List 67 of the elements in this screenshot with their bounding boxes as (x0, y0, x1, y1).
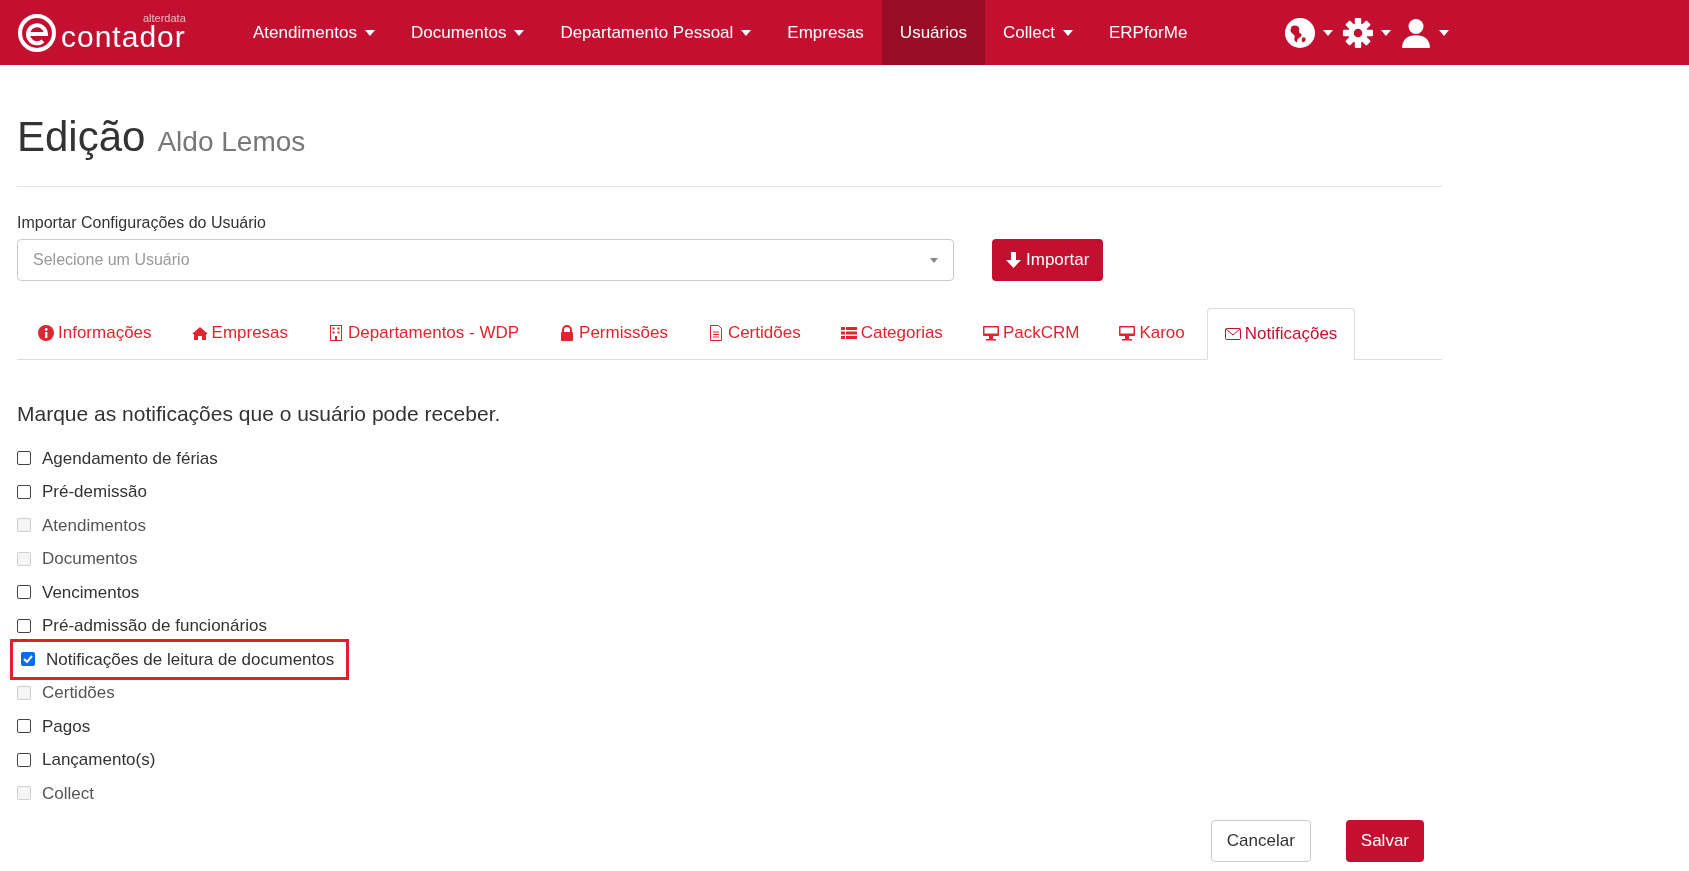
checkbox-label: Agendamento de férias (42, 447, 218, 470)
nav-item[interactable]: ERPforMe (1090, 0, 1206, 65)
monitor-icon (1119, 325, 1136, 341)
building-icon (328, 325, 345, 341)
checkbox-label: Collect (42, 782, 94, 805)
nav-item[interactable]: Collect (984, 0, 1091, 65)
caret-icon (930, 257, 938, 263)
settings-menu[interactable] (1343, 17, 1392, 48)
caret-icon (1323, 29, 1334, 36)
checkbox[interactable] (17, 585, 31, 600)
globe-icon (1285, 17, 1316, 48)
caret-icon (1439, 29, 1450, 36)
checkbox[interactable] (17, 451, 31, 466)
checkbox-label: Vencimentos (42, 581, 140, 604)
globe-menu[interactable] (1285, 17, 1334, 48)
tab[interactable]: Permissões (541, 307, 686, 359)
save-button[interactable]: Salvar (1345, 820, 1424, 862)
checkbox-label: Documentos (42, 548, 138, 570)
info-icon (38, 325, 54, 341)
checkbox-label: Atendimentos (42, 514, 146, 537)
tab[interactable]: Categorias (822, 307, 961, 359)
tab[interactable]: PackCRM (964, 307, 1098, 359)
logo-text: contador (61, 22, 186, 52)
home-icon (191, 325, 208, 341)
checkbox-label: Notificações de leitura de documentos (46, 648, 335, 671)
monitor-icon (982, 325, 999, 341)
tab[interactable]: Certidões (689, 307, 819, 359)
nav-item[interactable]: Atendimentos (235, 0, 393, 65)
list-icon (840, 325, 857, 341)
nav-item[interactable]: Empresas (769, 0, 882, 65)
tab[interactable]: Departamentos - WDP (310, 307, 538, 359)
document-icon (707, 325, 724, 341)
tab[interactable]: Notificações (1206, 308, 1356, 360)
import-button[interactable]: Importar (992, 239, 1104, 281)
checkbox-label: Pré-admissão de funcionários (42, 615, 267, 637)
checkbox-label: Lançamento(s) (42, 749, 156, 771)
checkbox[interactable] (21, 652, 35, 667)
caret-icon (1381, 29, 1392, 36)
envelope-icon (1224, 326, 1241, 342)
field-label: Importar Configurações do Usuário (17, 213, 267, 233)
page-subtitle: Aldo Lemos (157, 125, 306, 159)
checkbox-label: Pagos (42, 715, 91, 738)
nav-item[interactable]: Departamento Pessoal (542, 0, 770, 65)
caret-icon (741, 29, 752, 36)
checkbox[interactable] (17, 719, 31, 734)
checkbox-label: Certidões (42, 682, 115, 704)
nav-item[interactable]: Usuários (881, 0, 985, 65)
caret-icon (514, 29, 525, 36)
tab[interactable]: Empresas (173, 307, 307, 359)
user-icon (1401, 17, 1432, 48)
tab[interactable]: Karoo (1101, 307, 1203, 359)
cancel-button[interactable]: Cancelar (1210, 820, 1311, 862)
logo-icon (17, 12, 57, 53)
checkbox[interactable] (17, 752, 31, 767)
checkbox[interactable] (17, 484, 31, 499)
nav-item[interactable]: Documentos (392, 0, 543, 65)
checkbox-label: Pré-demissão (42, 481, 147, 503)
checkbox[interactable] (17, 618, 31, 633)
tab[interactable]: Informações (20, 307, 170, 359)
arrow-down-icon (1006, 252, 1021, 268)
logo-brand: alterdata (142, 13, 186, 24)
page-title: Edição (17, 112, 146, 162)
caret-icon (1062, 29, 1073, 36)
section-heading: Marque as notificações que o usuário pode receber. (17, 401, 502, 427)
user-menu[interactable] (1401, 17, 1450, 48)
lock-icon (559, 325, 576, 341)
caret-icon (364, 29, 375, 36)
